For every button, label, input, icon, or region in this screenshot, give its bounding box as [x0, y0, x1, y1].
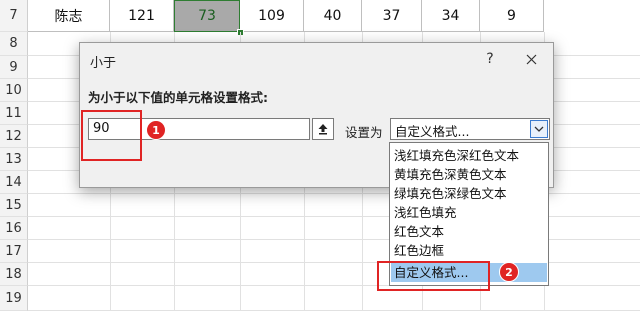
row-header[interactable]: 8 [0, 32, 28, 56]
row-header[interactable]: 17 [0, 240, 28, 263]
range-select-button[interactable] [312, 118, 334, 140]
help-button[interactable]: ? [480, 49, 500, 69]
dialog-title: 小于 [90, 56, 117, 71]
cell-value[interactable]: 37 [362, 0, 422, 32]
annotation-badge-2: 2 [499, 262, 519, 282]
format-option[interactable]: 红色文本 [391, 222, 547, 241]
row-header[interactable]: 15 [0, 194, 28, 217]
cell-value[interactable]: 109 [240, 0, 304, 32]
close-button[interactable] [520, 49, 542, 69]
cell-value-selected[interactable]: 73 [174, 0, 240, 32]
annotation-box-2 [377, 261, 490, 291]
close-icon [526, 54, 536, 64]
format-option[interactable]: 绿填充色深绿色文本 [391, 184, 547, 203]
format-option[interactable]: 浅红填充色深红色文本 [391, 146, 547, 165]
format-option[interactable]: 红色边框 [391, 241, 547, 260]
row-header[interactable]: 10 [0, 79, 28, 102]
row-header[interactable]: 18 [0, 263, 28, 286]
row-header[interactable]: 13 [0, 148, 28, 171]
cell-value[interactable]: 121 [110, 0, 174, 32]
row-header[interactable]: 12 [0, 125, 28, 148]
format-select[interactable]: 自定义格式... [390, 118, 550, 140]
collapse-arrow-icon [318, 124, 328, 135]
dialog-instruction: 为小于以下值的单元格设置格式: [88, 90, 268, 105]
chevron-down-icon [534, 126, 544, 132]
format-label: 设置为 [345, 125, 383, 140]
annotation-box-1 [81, 110, 142, 161]
row-header[interactable]: 14 [0, 171, 28, 194]
row-header[interactable]: 9 [0, 56, 28, 79]
row-7: 陈志 121 73 109 40 37 34 9 [28, 0, 640, 32]
grid-row [28, 286, 640, 311]
row-header[interactable]: 16 [0, 217, 28, 240]
cell-value[interactable]: 34 [422, 0, 480, 32]
row-header-7[interactable]: 7 [0, 0, 28, 32]
format-option[interactable]: 浅红色填充 [391, 203, 547, 222]
format-select-value: 自定义格式... [395, 124, 470, 139]
format-option[interactable]: 黄填充色深黄色文本 [391, 165, 547, 184]
row-header[interactable]: 11 [0, 102, 28, 125]
row-header[interactable]: 19 [0, 286, 28, 311]
annotation-badge-1: 1 [146, 120, 166, 140]
cell-value[interactable]: 40 [304, 0, 362, 32]
cell-name[interactable]: 陈志 [28, 0, 110, 32]
cell-value[interactable]: 9 [480, 0, 544, 32]
dropdown-toggle[interactable] [530, 120, 548, 138]
